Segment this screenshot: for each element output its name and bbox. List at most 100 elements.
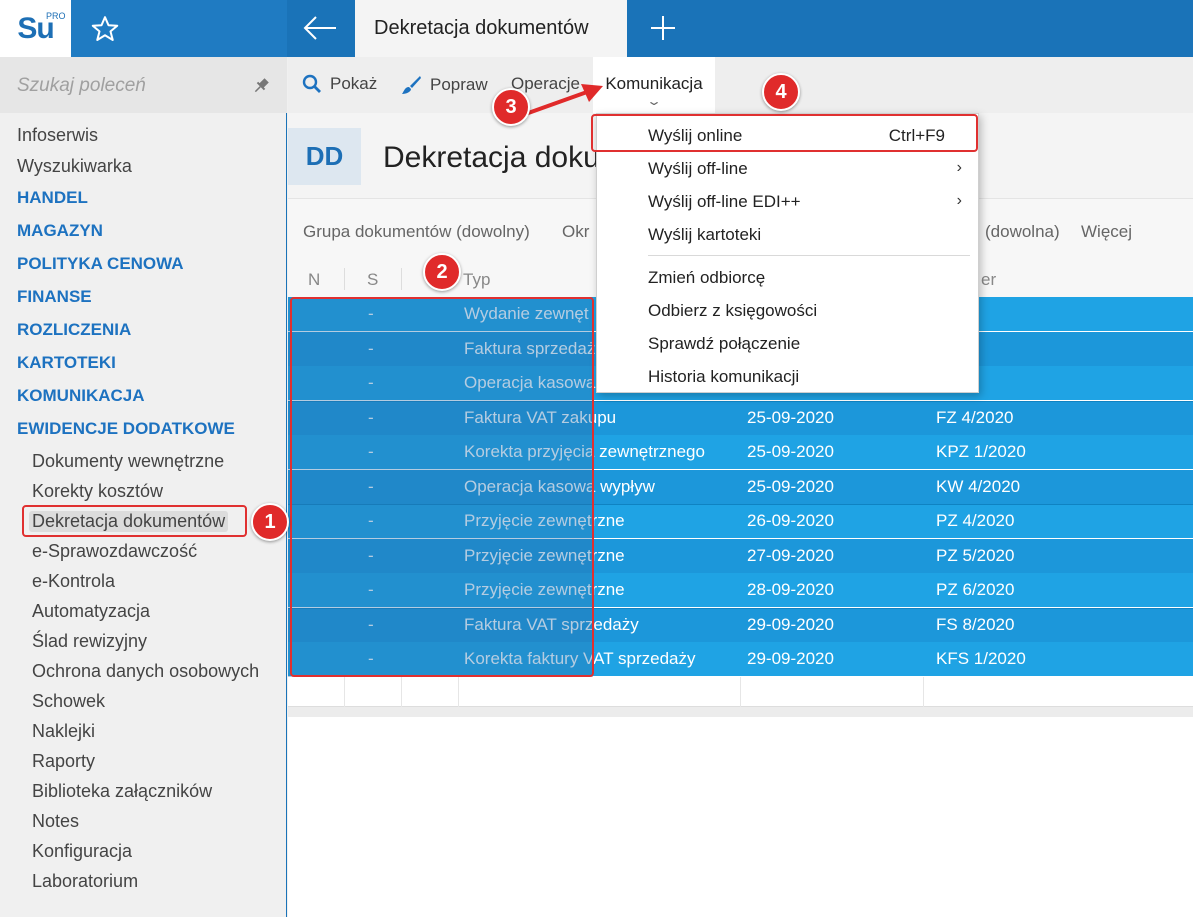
row-separator — [288, 504, 1193, 505]
menu-send-cards[interactable]: Wyślij kartoteki — [648, 225, 761, 245]
menu-check-connection[interactable]: Sprawdź połączenie — [648, 334, 800, 354]
column-separator — [401, 677, 402, 707]
table-row[interactable]: - Faktura VAT zakupu 25-09-2020 FZ 4/2020 — [288, 400, 1193, 435]
top-bar: Su PRO Dekretacja dokumentów — [0, 0, 1193, 57]
fix-label: Popraw — [430, 75, 488, 94]
cell-type: Operacja kasowa — [464, 373, 596, 392]
column-s[interactable]: S — [367, 270, 378, 290]
menu-history[interactable]: Historia komunikacji — [648, 367, 799, 387]
sidebar-item[interactable]: HANDEL — [17, 188, 88, 208]
filter-any[interactable]: (dowolna) — [985, 222, 1060, 242]
sidebar-item[interactable]: Dekretacja dokumentów — [29, 511, 229, 532]
cell-s: - — [368, 649, 374, 668]
fix-button[interactable]: Popraw — [400, 74, 488, 96]
show-button[interactable]: Pokaż — [302, 74, 377, 94]
step-marker-4: 4 — [762, 73, 800, 111]
sidebar: Infoserwis Wyszukiwarka HANDEL MAGAZYN POLIT… — [0, 57, 287, 917]
filter-document-group[interactable]: Grupa dokumentów (dowolny) — [303, 222, 530, 242]
filter-period[interactable]: Okr — [562, 222, 589, 242]
table-row[interactable]: - Przyjęcie zewnętrzne 28-09-2020 PZ 6/2020 — [288, 573, 1193, 607]
table-row[interactable]: - Przyjęcie zewnętrzne 26-09-2020 PZ 4/2020 — [288, 504, 1193, 538]
cell-s: - — [368, 373, 374, 392]
sidebar-item[interactable]: Konfiguracja — [32, 841, 132, 862]
cell-s: - — [368, 545, 374, 565]
sidebar-item[interactable]: Ślad rewizyjny — [32, 631, 147, 652]
sidebar-item[interactable]: Infoserwis — [17, 125, 98, 146]
column-separator — [458, 677, 459, 707]
menu-send-online[interactable]: Wyślij online — [648, 126, 742, 146]
table-row[interactable]: - Operacja kasowa wypływ 25-09-2020 KW 4/20… — [288, 469, 1193, 504]
communication-label: Komunikacja — [605, 74, 703, 93]
cell-number: PZ 6/2020 — [936, 580, 1015, 599]
cell-s: - — [368, 511, 374, 530]
menu-receive-accounting[interactable]: Odbierz z księgowości — [648, 301, 817, 321]
table-row[interactable]: - Faktura VAT sprzedaży 29-09-2020 FS 8/202… — [288, 607, 1193, 642]
sidebar-item[interactable]: Automatyzacja — [32, 601, 150, 622]
sidebar-item[interactable]: Laboratorium — [32, 871, 138, 892]
row-separator — [288, 400, 1193, 402]
filter-more[interactable]: Więcej — [1081, 222, 1132, 242]
table-row[interactable]: - Korekta faktury VAT sprzedaży 29-09-2020… — [288, 642, 1193, 676]
sidebar-item[interactable]: Schowek — [32, 691, 105, 712]
menu-send-offline-edi[interactable]: Wyślij off-line EDI++ — [648, 192, 801, 212]
star-icon[interactable] — [90, 14, 120, 44]
cell-type: Korekta przyjęcia zewnętrznego — [464, 442, 705, 461]
module-badge: DD — [288, 128, 361, 185]
sidebar-item[interactable]: Ochrona danych osobowych — [32, 661, 259, 682]
sidebar-item[interactable]: Naklejki — [32, 721, 95, 742]
sidebar-item[interactable]: e-Sprawozdawczość — [32, 541, 197, 562]
sidebar-item[interactable]: KOMUNIKACJA — [17, 386, 145, 406]
sidebar-item[interactable]: Notes — [32, 811, 79, 832]
communication-button[interactable]: Komunikacja ⌄ — [593, 57, 715, 113]
cell-date: 26-09-2020 — [747, 511, 834, 530]
sidebar-item[interactable]: Korekty kosztów — [32, 481, 163, 502]
column-separator — [923, 677, 924, 707]
column-separator — [740, 677, 741, 707]
sidebar-item[interactable]: EWIDENCJE DODATKOWE — [17, 419, 235, 439]
plus-icon[interactable] — [648, 13, 678, 43]
back-arrow-icon[interactable] — [300, 12, 340, 44]
cell-number: FZ 4/2020 — [936, 407, 1014, 427]
search-input[interactable] — [17, 73, 237, 99]
pin-icon[interactable] — [252, 77, 270, 95]
tab-dekretacja[interactable]: Dekretacja dokumentów — [355, 0, 627, 57]
menu-send-offline[interactable]: Wyślij off-line — [648, 159, 748, 179]
sidebar-item[interactable]: Wyszukiwarka — [17, 156, 132, 177]
horizontal-scrollbar[interactable] — [288, 707, 1193, 717]
sidebar-item[interactable]: Dokumenty wewnętrzne — [32, 451, 224, 472]
cell-number: KFS 1/2020 — [936, 649, 1026, 668]
cell-type: Wydanie zewnęt — [464, 304, 589, 323]
cell-s: - — [368, 614, 374, 634]
row-separator — [288, 607, 1193, 609]
column-n[interactable]: N — [308, 270, 320, 290]
sidebar-item[interactable]: Raporty — [32, 751, 95, 772]
sidebar-item[interactable]: Biblioteka załączników — [32, 781, 212, 802]
menu-change-recipient[interactable]: Zmień odbiorcę — [648, 268, 765, 288]
command-search — [0, 57, 287, 113]
chevron-down-icon: ⌄ — [645, 94, 663, 108]
cell-type: Faktura sprzedaż — [464, 338, 596, 358]
sidebar-item[interactable]: KARTOTEKI — [17, 353, 116, 373]
cell-type: Przyjęcie zewnętrzne — [464, 511, 625, 530]
cell-date: 25-09-2020 — [747, 476, 834, 496]
brush-icon — [402, 76, 421, 94]
table-row[interactable]: - Korekta przyjęcia zewnętrznego 25-09-202… — [288, 435, 1193, 469]
cell-type: Przyjęcie zewnętrzne — [464, 580, 625, 599]
column-number[interactable]: er — [981, 270, 996, 290]
column-type[interactable]: Typ — [463, 270, 490, 290]
sidebar-item[interactable]: e-Kontrola — [32, 571, 115, 592]
cell-date: 27-09-2020 — [747, 545, 834, 565]
sidebar-item[interactable]: MAGAZYN — [17, 221, 103, 241]
sidebar-item[interactable]: ROZLICZENIA — [17, 320, 131, 340]
empty-row — [288, 677, 1193, 707]
communication-menu: Wyślij online Ctrl+F9 Wyślij off-line › … — [596, 113, 979, 393]
sidebar-item[interactable]: POLITYKA CENOWA — [17, 254, 184, 274]
cell-type: Przyjęcie zewnętrzne — [464, 545, 625, 565]
step-marker-3: 3 — [492, 88, 530, 126]
table-row[interactable]: - Przyjęcie zewnętrzne 27-09-2020 PZ 5/2020 — [288, 538, 1193, 573]
toolbar: Pokaż Popraw Operacje Komunikacja ⌄ — [288, 57, 1193, 113]
cell-date: 25-09-2020 — [747, 407, 834, 427]
sidebar-item[interactable]: FINANSE — [17, 287, 92, 307]
cell-s: - — [368, 338, 374, 358]
app-logo[interactable]: Su PRO — [0, 0, 71, 57]
